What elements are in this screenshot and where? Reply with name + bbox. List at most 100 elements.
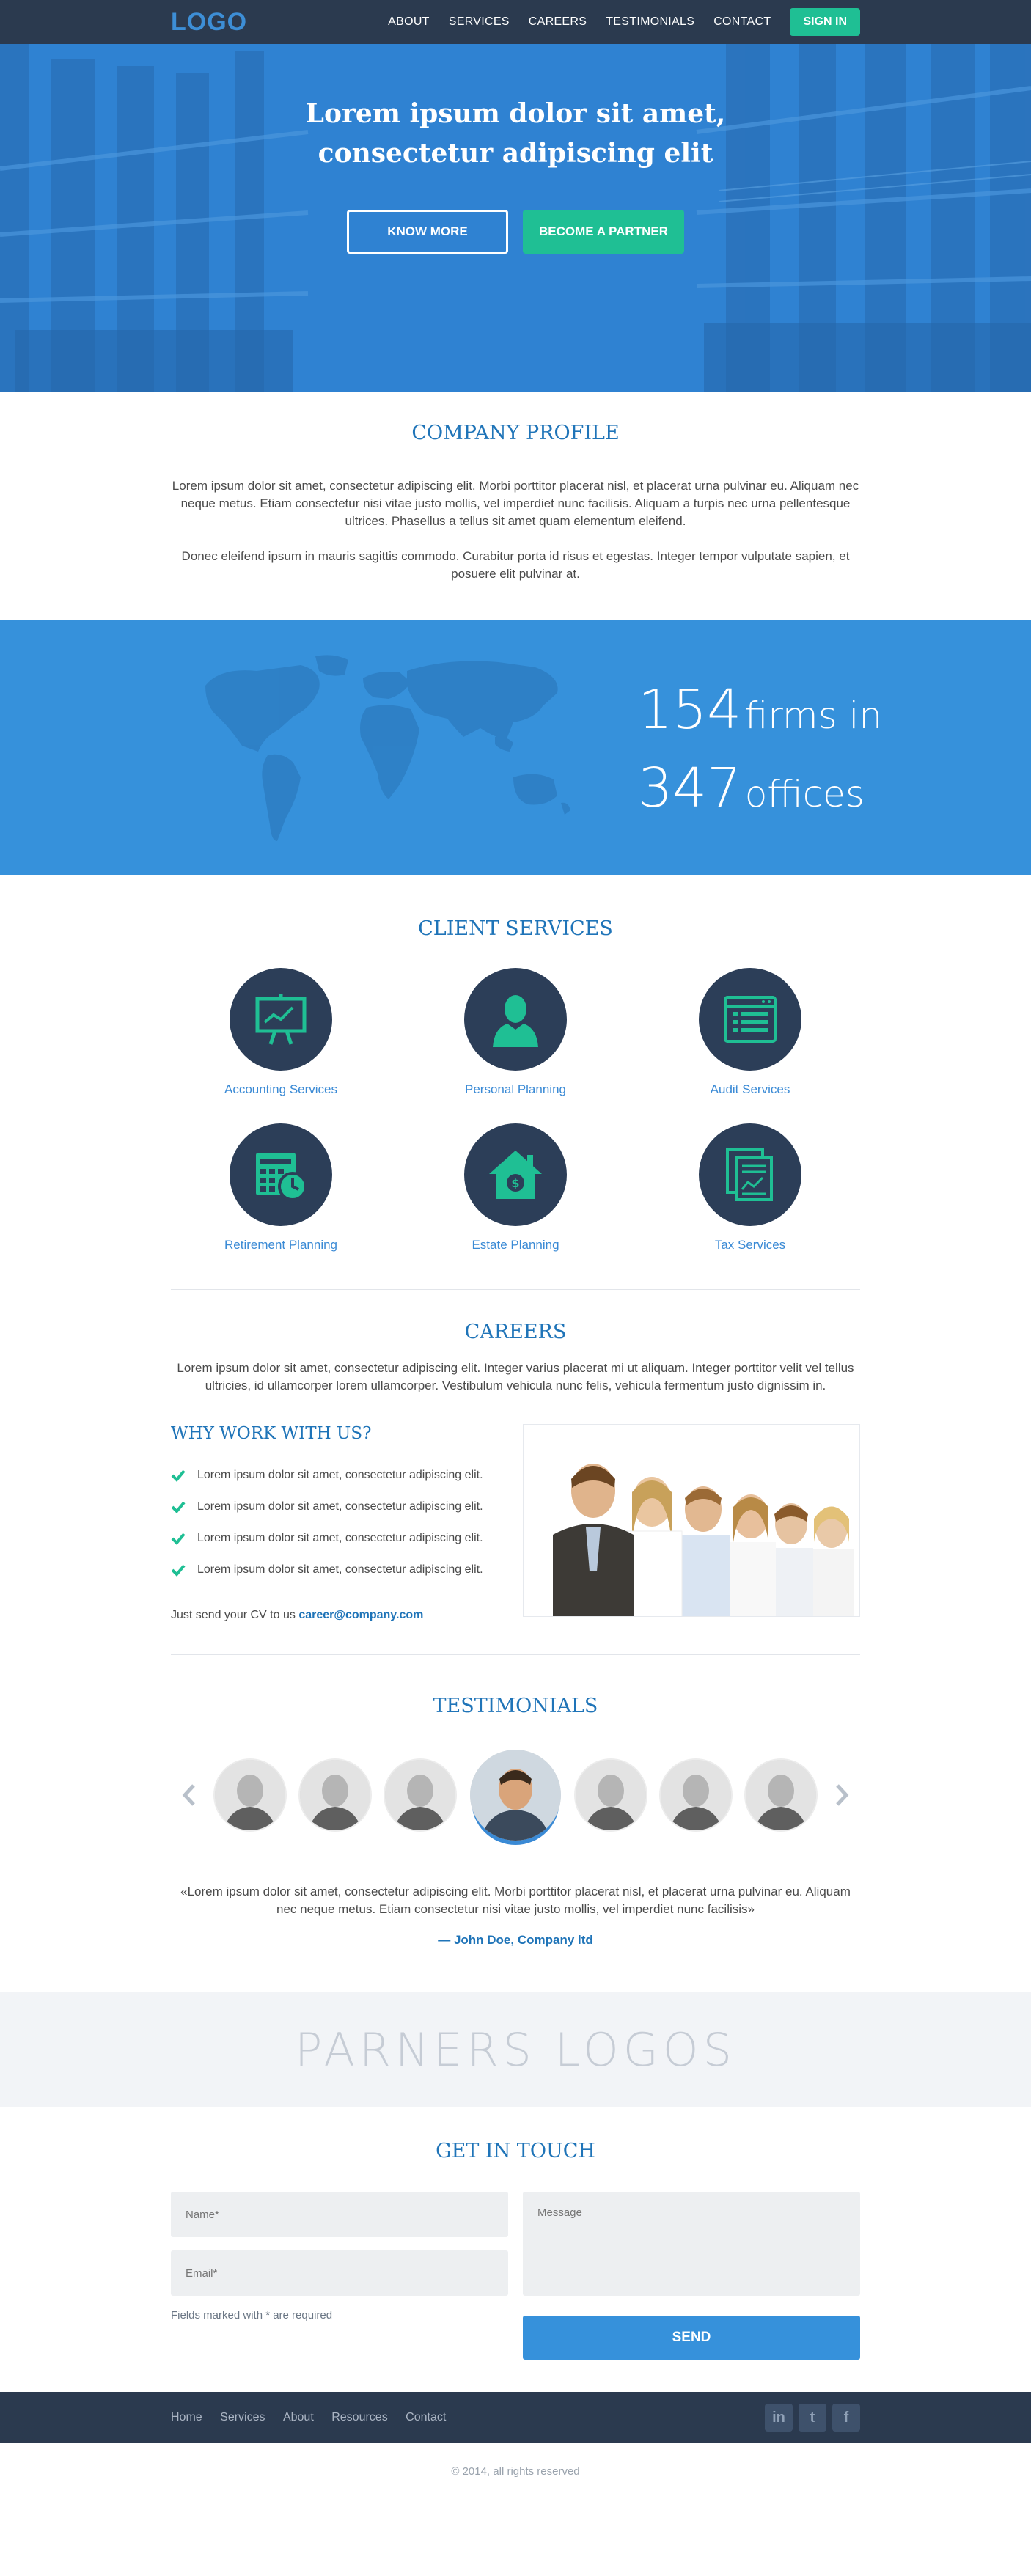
become-partner-button[interactable]: BECOME A PARTNER — [523, 210, 684, 254]
benefit-text: Lorem ipsum dolor sit amet, consectetur … — [197, 1500, 483, 1513]
service-label: Retirement Planning — [224, 1238, 338, 1252]
social-icons: in t f — [765, 2404, 860, 2432]
client-services-section: CLIENT SERVICES Accounting Services Pers… — [0, 875, 1031, 1289]
why-work-title: WHY WORK WITH US? — [171, 1424, 372, 1443]
hero-title-line-2: consectetur adipiscing elit — [318, 138, 713, 169]
carousel-next-button[interactable] — [831, 1780, 853, 1810]
sign-in-button[interactable]: SIGN IN — [790, 8, 860, 36]
benefits-list: Lorem ipsum dolor sit amet, consectetur … — [171, 1459, 516, 1585]
benefit-item: Lorem ipsum dolor sit amet, consectetur … — [171, 1491, 516, 1522]
company-profile-section: COMPANY PROFILE Lorem ipsum dolor sit am… — [0, 392, 1031, 620]
team-photo — [523, 1424, 860, 1617]
firms-stat: 154 firms in — [638, 678, 882, 757]
world-map-image — [205, 655, 570, 841]
svg-text:$: $ — [511, 1176, 519, 1190]
nav-testimonials-link[interactable]: TESTIMONIALS — [606, 15, 694, 29]
company-profile-title: COMPANY PROFILE — [411, 422, 620, 444]
main-menu: ABOUT SERVICES CAREERS TESTIMONIALS CONT… — [369, 8, 860, 36]
twitter-icon[interactable]: t — [799, 2404, 826, 2432]
service-label: Personal Planning — [465, 1082, 566, 1096]
nav-services-link[interactable]: SERVICES — [449, 15, 510, 29]
partners-logos-placeholder: PARNERS LOGOS — [295, 2022, 736, 2077]
service-label: Estate Planning — [472, 1238, 559, 1252]
footer-resources-link[interactable]: Resources — [331, 2411, 387, 2423]
facebook-icon[interactable]: f — [832, 2404, 860, 2432]
service-audit[interactable]: Audit Services — [633, 968, 867, 1097]
footer-links: Home Services About Resources Contact — [171, 2411, 461, 2424]
service-label: Tax Services — [714, 1238, 786, 1252]
testimonial-avatar[interactable] — [576, 1760, 646, 1830]
nav-contact-link[interactable]: CONTACT — [713, 15, 771, 29]
hero-title-line-1: Lorem ipsum dolor sit amet, — [305, 98, 726, 129]
testimonial-avatar[interactable] — [385, 1760, 455, 1830]
service-accounting[interactable]: Accounting Services — [164, 968, 398, 1097]
calendar-clock-icon — [230, 1123, 332, 1226]
stats-numbers: 154 firms in 347 offices — [638, 678, 882, 835]
person-icon — [464, 968, 567, 1071]
testimonials-section: TESTIMONIALS «Lorem ipsum dolor sit amet… — [0, 1655, 1031, 1977]
footer-contact-link[interactable]: Contact — [406, 2411, 446, 2423]
top-navbar: LOGO ABOUT SERVICES CAREERS TESTIMONIALS… — [0, 0, 1031, 44]
testimonial-avatar[interactable] — [661, 1760, 731, 1830]
offices-label: offices — [744, 773, 865, 815]
message-field[interactable] — [523, 2192, 860, 2296]
service-tax[interactable]: Tax Services — [633, 1123, 867, 1252]
testimonial-avatar[interactable] — [215, 1760, 285, 1830]
presentation-board-icon — [230, 968, 332, 1071]
service-retirement-planning[interactable]: Retirement Planning — [164, 1123, 398, 1252]
browser-list-icon — [699, 968, 801, 1071]
checkmark-icon — [171, 1533, 186, 1545]
footer-home-link[interactable]: Home — [171, 2411, 202, 2423]
career-email-link[interactable]: career@company.com — [298, 1609, 423, 1621]
name-field[interactable] — [171, 2192, 508, 2237]
careers-intro: Lorem ipsum dolor sit amet, consectetur … — [177, 1361, 854, 1392]
know-more-button[interactable]: KNOW MORE — [347, 210, 508, 254]
checkmark-icon — [171, 1501, 186, 1513]
footer-about-link[interactable]: About — [283, 2411, 314, 2423]
service-label: Audit Services — [710, 1082, 790, 1096]
firms-label: firms in — [744, 694, 883, 737]
firms-number: 154 — [638, 678, 742, 741]
house-dollar-icon: $ — [464, 1123, 567, 1226]
nav-careers-link[interactable]: CAREERS — [529, 15, 587, 29]
contact-title: GET IN TOUCH — [436, 2140, 595, 2162]
benefit-item: Lorem ipsum dolor sit amet, consectetur … — [171, 1554, 516, 1585]
hero-banner: Lorem ipsum dolor sit amet, consectetur … — [0, 44, 1031, 392]
company-profile-paragraph-1: Lorem ipsum dolor sit amet, consectetur … — [172, 479, 859, 528]
testimonial-quote: «Lorem ipsum dolor sit amet, consectetur… — [180, 1885, 851, 1916]
copyright: © 2014, all rights reserved — [451, 2465, 580, 2478]
service-label: Accounting Services — [224, 1082, 338, 1096]
send-button[interactable]: SEND — [523, 2316, 860, 2360]
partners-logos-band: PARNERS LOGOS — [0, 1992, 1031, 2107]
email-field[interactable] — [171, 2250, 508, 2296]
linkedin-icon[interactable]: in — [765, 2404, 793, 2432]
company-profile-paragraph-2: Donec eleifend ipsum in mauris sagittis … — [181, 549, 850, 581]
service-estate-planning[interactable]: $ Estate Planning — [398, 1123, 633, 1252]
testimonials-title: TESTIMONIALS — [433, 1695, 598, 1717]
services-grid: Accounting Services Personal Planning Au… — [171, 968, 860, 1252]
contact-form-right: SEND — [523, 2192, 860, 2360]
contact-form: Fields marked with * are required SEND — [171, 2192, 860, 2360]
testimonial-avatar[interactable] — [300, 1760, 370, 1830]
offices-stat: 347 offices — [638, 757, 882, 835]
chevron-left-icon — [182, 1784, 195, 1806]
required-fields-note: Fields marked with * are required — [171, 2309, 333, 2322]
service-personal-planning[interactable]: Personal Planning — [398, 968, 633, 1097]
carousel-prev-button[interactable] — [178, 1780, 200, 1810]
careers-title: CAREERS — [464, 1321, 567, 1343]
cv-text: Just send your CV to us — [171, 1609, 296, 1621]
contact-form-left: Fields marked with * are required — [171, 2192, 508, 2360]
hero-title: Lorem ipsum dolor sit amet, consectetur … — [0, 94, 1031, 173]
testimonial-avatar[interactable] — [746, 1760, 816, 1830]
client-services-title: CLIENT SERVICES — [418, 917, 613, 940]
testimonial-avatar-active[interactable] — [470, 1750, 561, 1841]
hero-buttons: KNOW MORE BECOME A PARTNER — [0, 210, 1031, 254]
footer-bar: Home Services About Resources Contact in… — [0, 2392, 1031, 2443]
nav-about-link[interactable]: ABOUT — [388, 15, 430, 29]
hero-content: Lorem ipsum dolor sit amet, consectetur … — [0, 44, 1031, 254]
logo[interactable]: LOGO — [171, 8, 247, 37]
contact-section: GET IN TOUCH Fields marked with * are re… — [0, 2107, 1031, 2392]
footer-services-link[interactable]: Services — [220, 2411, 265, 2423]
benefit-text: Lorem ipsum dolor sit amet, consectetur … — [197, 1468, 483, 1481]
why-work-column: WHY WORK WITH US? Lorem ipsum dolor sit … — [171, 1424, 516, 1622]
